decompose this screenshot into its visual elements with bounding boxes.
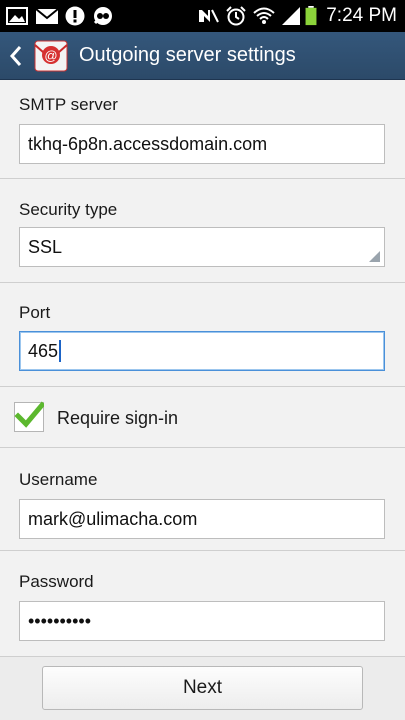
username-value: mark@ulimacha.com: [28, 509, 198, 529]
security-type-section: Security type SSL: [0, 179, 405, 283]
page-title: Outgoing server settings: [79, 44, 296, 66]
require-signin-checkbox[interactable]: [14, 401, 44, 432]
password-section: Password ••••••••••: [0, 551, 405, 657]
password-input[interactable]: ••••••••••: [19, 601, 385, 641]
smtp-server-section: SMTP server tkhq-6p8n.accessdomain.com: [0, 80, 405, 179]
smtp-server-value: tkhq-6p8n.accessdomain.com: [28, 134, 268, 154]
status-time: 7:24 PM: [326, 5, 397, 26]
mail-icon: [35, 8, 59, 24]
mute-icon: [199, 9, 219, 23]
require-signin-section[interactable]: Require sign-in: [0, 387, 405, 448]
alarm-icon: [226, 6, 246, 26]
port-section: Port 465: [0, 283, 405, 387]
username-label: Username: [19, 470, 98, 489]
action-bar: @ Outgoing server settings: [0, 32, 405, 80]
port-label: Port: [19, 303, 51, 322]
password-label: Password: [19, 572, 94, 591]
wifi-icon: [253, 7, 275, 24]
security-type-select[interactable]: SSL: [19, 227, 385, 267]
username-section: Username mark@ulimacha.com: [0, 448, 405, 551]
dropdown-corner-icon: [369, 251, 380, 262]
voicemail-icon: [93, 7, 112, 25]
at-glyph: @: [44, 48, 57, 63]
password-value: ••••••••••: [28, 611, 92, 631]
signal-icon: [282, 7, 300, 25]
require-signin-label: Require sign-in: [57, 408, 179, 428]
security-type-value: SSL: [28, 237, 63, 257]
back-chevron-icon[interactable]: [9, 44, 23, 68]
email-app-icon[interactable]: @: [33, 39, 69, 73]
smtp-server-label: SMTP server: [19, 95, 118, 114]
username-input[interactable]: mark@ulimacha.com: [19, 499, 385, 539]
port-value: 465: [28, 341, 59, 361]
status-bar: 7:24 PM: [0, 0, 405, 32]
alert-icon: [65, 6, 85, 26]
battery-icon: [305, 6, 317, 26]
port-input[interactable]: 465: [19, 331, 385, 371]
gallery-icon: [6, 7, 28, 25]
smtp-server-input[interactable]: tkhq-6p8n.accessdomain.com: [19, 124, 385, 164]
text-cursor: [59, 339, 62, 362]
security-type-label: Security type: [19, 200, 118, 219]
next-button[interactable]: Next: [42, 666, 363, 710]
checkmark-icon: [14, 401, 44, 428]
